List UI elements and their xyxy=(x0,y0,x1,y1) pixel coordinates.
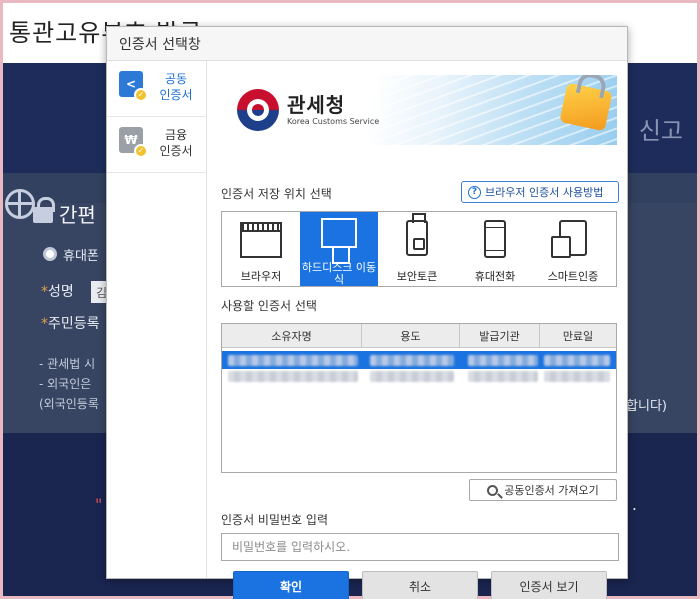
certificate-type-sidebar: < ✓ 공동 인증서 ₩ ✓ 금융 인증서 xyxy=(107,61,207,578)
password-input[interactable] xyxy=(221,533,619,561)
confirm-button[interactable]: 확인 xyxy=(233,571,349,599)
browser-window-icon xyxy=(240,222,282,258)
brand-name-korean: 관세청 xyxy=(287,93,346,117)
cancel-button[interactable]: 취소 xyxy=(362,571,478,599)
sidebar-item-label: 금융 인증서 xyxy=(159,128,193,158)
phone-radio-label: 휴대폰 xyxy=(63,249,99,264)
question-icon: ? xyxy=(468,185,481,199)
dialog-body: < ✓ 공동 인증서 ₩ ✓ 금융 인증서 관세청 Korea Customs … xyxy=(107,61,627,599)
search-icon xyxy=(487,484,499,496)
footer-notice-end: . xyxy=(631,495,637,514)
note-line: (외국인등록 xyxy=(39,397,99,411)
security-token-icon xyxy=(406,213,428,256)
certificate-table: 소유자명 용도 발급기관 만료일 xyxy=(221,323,617,473)
resident-number-label: *주민등록 xyxy=(41,316,100,332)
column-owner[interactable]: 소유자명 xyxy=(222,324,362,347)
certificate-dialog: 인증서 선택창 < ✓ 공동 인증서 ₩ ✓ 금융 인증서 관세청 Korea … xyxy=(106,26,628,599)
storage-section-label: 인증서 저장 위치 선택 xyxy=(221,187,332,201)
redacted-cell xyxy=(468,371,538,382)
import-certificate-button[interactable]: 공동인증서 가져오기 xyxy=(469,479,617,501)
storage-option-security-token[interactable]: 보안토큰 xyxy=(378,212,456,286)
mobile-phone-icon xyxy=(484,220,506,258)
name-field-label: *성명 xyxy=(41,284,74,300)
redacted-cell xyxy=(228,371,358,382)
certificate-section-label: 사용할 인증서 선택 xyxy=(221,299,317,313)
table-row[interactable] xyxy=(222,369,616,385)
dialog-header[interactable]: 인증서 선택창 xyxy=(107,27,627,61)
lock-icon xyxy=(33,197,55,223)
storage-option-mobile-phone[interactable]: 휴대전화 xyxy=(456,212,534,286)
column-issuer[interactable]: 발급기관 xyxy=(460,324,540,347)
note-line: - 외국인은 xyxy=(39,377,92,391)
view-certificate-button[interactable]: 인증서 보기 xyxy=(491,571,607,599)
storage-option-removable-disk[interactable]: 하드디스크 이동식 xyxy=(300,212,378,286)
customs-banner: 관세청 Korea Customs Service xyxy=(221,75,617,145)
note-line-end: 합니다) xyxy=(626,399,667,414)
redacted-cell xyxy=(370,371,454,382)
storage-location-selector: 브라우저 하드디스크 이동식 보안토큰 휴대전화 스마트인증 xyxy=(221,211,617,287)
storage-option-browser[interactable]: 브라우저 xyxy=(222,212,300,286)
brand-name-english: Korea Customs Service xyxy=(287,117,380,126)
column-purpose[interactable]: 용도 xyxy=(362,324,460,347)
sidebar-item-joint-certificate[interactable]: < ✓ 공동 인증서 xyxy=(107,61,206,117)
password-label: 인증서 비밀번호 입력 xyxy=(221,513,328,527)
column-expiry[interactable]: 만료일 xyxy=(540,324,616,347)
table-row[interactable] xyxy=(222,351,616,369)
storage-option-smart-auth[interactable]: 스마트인증 xyxy=(534,212,612,286)
header-right-text: 신고 xyxy=(638,117,683,145)
redacted-cell xyxy=(370,355,454,366)
dialog-title: 인증서 선택창 xyxy=(119,36,201,53)
redacted-cell xyxy=(228,355,358,366)
sidebar-item-label: 공동 인증서 xyxy=(159,72,193,102)
footer-notice: " xyxy=(95,495,103,514)
redacted-cell xyxy=(544,355,610,366)
usb-drive-icon xyxy=(321,218,357,264)
smart-card-icon xyxy=(551,220,587,258)
sidebar-item-financial-certificate[interactable]: ₩ ✓ 금융 인증서 xyxy=(107,117,206,173)
redacted-cell xyxy=(544,371,610,382)
check-badge-icon: ✓ xyxy=(134,88,148,102)
taegeuk-logo-icon xyxy=(237,89,279,131)
browser-help-button[interactable]: ? 브라우저 인증서 사용방법 xyxy=(461,181,619,203)
phone-radio[interactable] xyxy=(43,247,57,261)
check-badge-icon: ✓ xyxy=(134,144,148,158)
dialog-main: 관세청 Korea Customs Service 인증서 저장 위치 선택 ?… xyxy=(221,61,619,599)
section-title: 간편 xyxy=(59,203,96,227)
globe-icon xyxy=(5,189,35,219)
table-header: 소유자명 용도 발급기관 만료일 xyxy=(222,324,616,348)
redacted-cell xyxy=(468,355,538,366)
note-line: - 관세법 시 xyxy=(39,357,96,371)
